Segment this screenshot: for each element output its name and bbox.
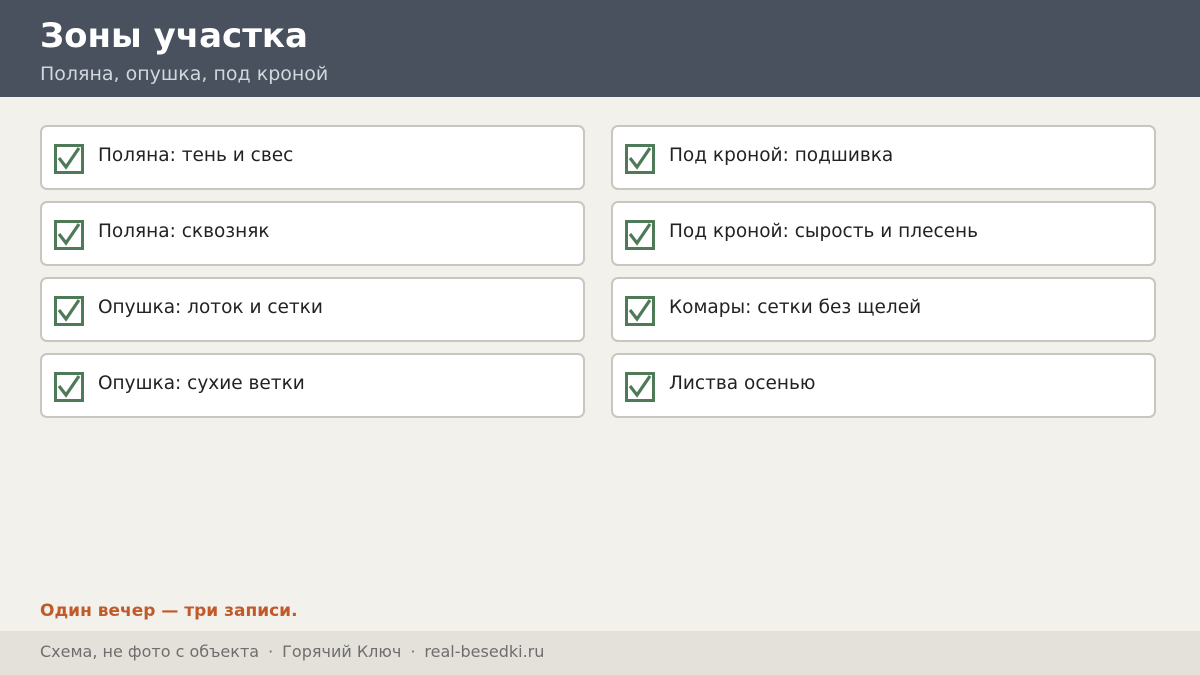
checklist-item: Опушка: лоток и сетки — [40, 277, 585, 342]
checklist-item: Листва осенью — [611, 353, 1156, 418]
footer-disclaimer: Схема, не фото с объекта — [40, 642, 260, 661]
header-bar: Зоны участка Поляна, опушка, под кроной — [0, 0, 1200, 97]
checklist-item: Под кроной: подшивка — [611, 125, 1156, 190]
footer-city: Горячий Ключ — [282, 642, 402, 661]
footer-bar: Схема, не фото с объекта · Горячий Ключ · re… — [0, 631, 1200, 675]
accent-note: Один вечер — три записи. — [40, 601, 298, 621]
checklist-item-label: Поляна: сквозняк — [98, 221, 270, 242]
checklist-item: Опушка: сухие ветки — [40, 353, 585, 418]
checklist-item: Комары: сетки без щелей — [611, 277, 1156, 342]
page-title: Зоны участка — [40, 16, 308, 56]
checkbox-checked-icon — [54, 144, 84, 174]
checklist-grid: Поляна: тень и свес Под кроной: подшивка… — [40, 125, 1156, 418]
footer-text: Схема, не фото с объекта · Горячий Ключ · re… — [40, 641, 544, 663]
checklist-item-label: Комары: сетки без щелей — [669, 297, 922, 318]
checklist-item-label: Под кроной: подшивка — [669, 145, 894, 166]
footer-site-link[interactable]: real-besedki.ru — [424, 642, 544, 661]
checklist-item-label: Опушка: лоток и сетки — [98, 297, 323, 318]
checklist-item-label: Под кроной: сырость и плесень — [669, 221, 979, 242]
checklist-item: Поляна: тень и свес — [40, 125, 585, 190]
checklist-item-label: Поляна: тень и свес — [98, 145, 294, 166]
page-subtitle: Поляна, опушка, под кроной — [40, 63, 329, 85]
checkbox-checked-icon — [54, 296, 84, 326]
checkbox-checked-icon — [54, 372, 84, 402]
checklist-item-label: Листва осенью — [669, 373, 816, 394]
checkbox-checked-icon — [54, 220, 84, 250]
checkbox-checked-icon — [625, 144, 655, 174]
checklist-item-label: Опушка: сухие ветки — [98, 373, 305, 394]
checkbox-checked-icon — [625, 372, 655, 402]
footer-separator: · — [268, 642, 274, 661]
checklist-item: Под кроной: сырость и плесень — [611, 201, 1156, 266]
checkbox-checked-icon — [625, 220, 655, 250]
checklist-item: Поляна: сквозняк — [40, 201, 585, 266]
checkbox-checked-icon — [625, 296, 655, 326]
footer-separator: · — [410, 642, 416, 661]
